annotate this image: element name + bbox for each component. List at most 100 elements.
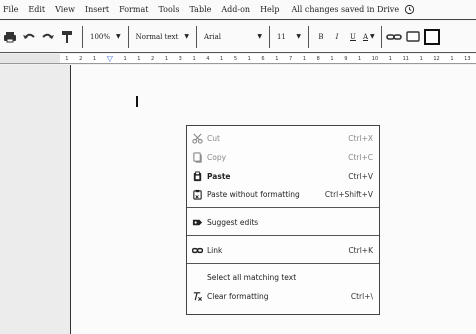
menu-item-label: Copy <box>207 153 227 162</box>
menu-tools[interactable]: Tools <box>158 5 179 14</box>
text-cursor <box>136 96 138 107</box>
menu-item-cut[interactable]: Cut Ctrl+X <box>187 130 379 147</box>
menu-divider <box>187 207 379 208</box>
ruler-mark: 13 <box>464 55 471 62</box>
menu-item-clear-formatting[interactable]: Clear formatting Ctrl+\ <box>187 288 379 305</box>
menu-item-paste[interactable]: Paste Ctrl+V <box>187 168 379 185</box>
menu-item-link[interactable]: Link Ctrl+K <box>187 242 379 259</box>
ruler-mark: 6 <box>261 55 265 62</box>
ruler-mark: 1 <box>192 55 196 62</box>
redo-icon[interactable] <box>40 29 56 45</box>
ruler-mark: 3 <box>178 55 182 62</box>
print-icon[interactable] <box>2 29 18 45</box>
ruler-mark: 1 <box>220 55 224 62</box>
menu-item-label: Cut <box>207 134 220 143</box>
chevron-down-icon: ▼ <box>116 33 121 40</box>
ruler-mark: 1 <box>247 55 251 62</box>
chevron-down-icon: ▼ <box>370 33 375 40</box>
bold-button[interactable]: B <box>313 33 329 41</box>
ruler-mark: 2 <box>79 55 83 62</box>
menu-format[interactable]: Format <box>119 5 148 14</box>
ruler-mark: 1 <box>330 55 334 62</box>
menu-view[interactable]: View <box>55 5 75 14</box>
clipboard-plain-icon <box>193 189 202 200</box>
ruler-mark: 1 <box>164 55 169 62</box>
menu-item-shortcut: Ctrl+K <box>348 246 373 255</box>
ruler-margin <box>0 54 60 64</box>
chevron-down-icon: ▼ <box>184 33 189 40</box>
history-icon[interactable] <box>404 4 415 15</box>
menu-divider <box>187 263 379 264</box>
style-dropdown[interactable]: Normal text ▼ <box>133 27 192 47</box>
zoom-value: 100% <box>90 32 111 41</box>
text-color-label: A <box>362 32 369 41</box>
ruler-mark: 2 <box>151 55 155 62</box>
menu-add-on[interactable]: Add-on <box>221 5 250 14</box>
ruler-mark: 1 <box>123 55 127 62</box>
context-menu: Cut Ctrl+X Copy Ctrl+C Paste Ctrl+V Past… <box>186 125 380 315</box>
menu-item-paste-without-formatting[interactable]: Paste without formatting Ctrl+Shift+V <box>187 186 379 203</box>
menu-item-shortcut: Ctrl+\ <box>350 292 373 301</box>
ruler-mark: 7 <box>289 55 293 62</box>
ruler-mark: 1 <box>388 55 392 62</box>
menu-item-copy[interactable]: Copy Ctrl+C <box>187 149 379 166</box>
menu-bar: File Edit View Insert Format Tools Table… <box>0 0 476 20</box>
menu-item-label: Paste without formatting <box>207 190 300 199</box>
chevron-down-icon: ▼ <box>296 33 301 40</box>
ruler[interactable]: 1 2 1 ▽ 1 1 2 1 3 1 4 1 5 1 6 1 7 1 8 1 … <box>60 54 476 64</box>
text-color-dropdown[interactable]: A ▼ <box>361 27 377 47</box>
menu-item-shortcut: Ctrl+X <box>348 134 373 143</box>
menu-item-shortcut: Ctrl+V <box>348 172 373 181</box>
image-icon[interactable] <box>423 28 440 45</box>
ruler-mark: 1 <box>302 55 306 62</box>
font-value: Arial <box>203 32 222 41</box>
style-value: Normal text <box>135 32 179 41</box>
menu-help[interactable]: Help <box>260 5 279 14</box>
ruler-mark: 1 <box>92 55 97 62</box>
ruler-mark: 1 <box>275 55 279 62</box>
toolbar-divider <box>380 25 382 48</box>
font-size-dropdown[interactable]: 11 ▼ <box>274 27 304 47</box>
menu-table[interactable]: Table <box>189 5 211 14</box>
toolbar-divider <box>195 25 197 48</box>
font-size-value: 11 <box>276 32 286 41</box>
ruler-mark: 1 <box>65 55 69 62</box>
comment-icon[interactable] <box>405 29 421 45</box>
menu-item-select-all-matching[interactable]: Select all matching text <box>187 269 379 286</box>
menu-item-shortcut: Ctrl+C <box>348 153 373 162</box>
font-dropdown[interactable]: Arial ▼ <box>201 27 265 47</box>
chevron-down-icon: ▼ <box>257 33 262 40</box>
toolbar-divider <box>82 25 83 48</box>
menu-insert[interactable]: Insert <box>85 5 109 14</box>
save-status[interactable]: All changes saved in Drive <box>291 5 399 14</box>
copy-icon <box>193 152 202 163</box>
link-icon <box>192 247 203 254</box>
link-icon[interactable] <box>385 29 402 45</box>
ruler-mark: 12 <box>433 55 440 62</box>
ruler-mark: 5 <box>233 55 238 62</box>
ruler-mark: 1 <box>419 55 423 62</box>
italic-button[interactable]: I <box>329 33 345 41</box>
menu-item-label: Select all matching text <box>207 273 297 282</box>
ruler-mark: 11 <box>402 55 409 62</box>
menu-item-suggest-edits[interactable]: Suggest edits <box>187 214 379 231</box>
menu-item-label: Paste <box>207 172 231 181</box>
ruler-mark: 10 <box>371 55 379 62</box>
menu-edit[interactable]: Edit <box>28 5 45 14</box>
zoom-dropdown[interactable]: 100% ▼ <box>87 27 124 47</box>
toolbar: 100% ▼ Normal text ▼ Arial ▼ 11 ▼ B I U … <box>0 21 476 53</box>
indent-marker-icon[interactable]: ▽ <box>107 54 113 63</box>
menu-item-label: Clear formatting <box>207 292 269 301</box>
undo-icon[interactable] <box>21 29 37 45</box>
menu-file[interactable]: File <box>3 5 18 14</box>
paint-format-icon[interactable] <box>59 29 75 45</box>
underline-button[interactable]: U <box>345 33 361 41</box>
scissors-icon <box>192 133 203 144</box>
ruler-mark: 1 <box>450 55 454 62</box>
toolbar-divider <box>268 25 270 48</box>
ruler-mark: 4 <box>206 55 210 62</box>
ruler-mark: 1 <box>358 55 362 62</box>
clipboard-icon <box>193 171 202 182</box>
ruler-mark: 8 <box>316 55 320 62</box>
menu-divider <box>187 235 379 236</box>
